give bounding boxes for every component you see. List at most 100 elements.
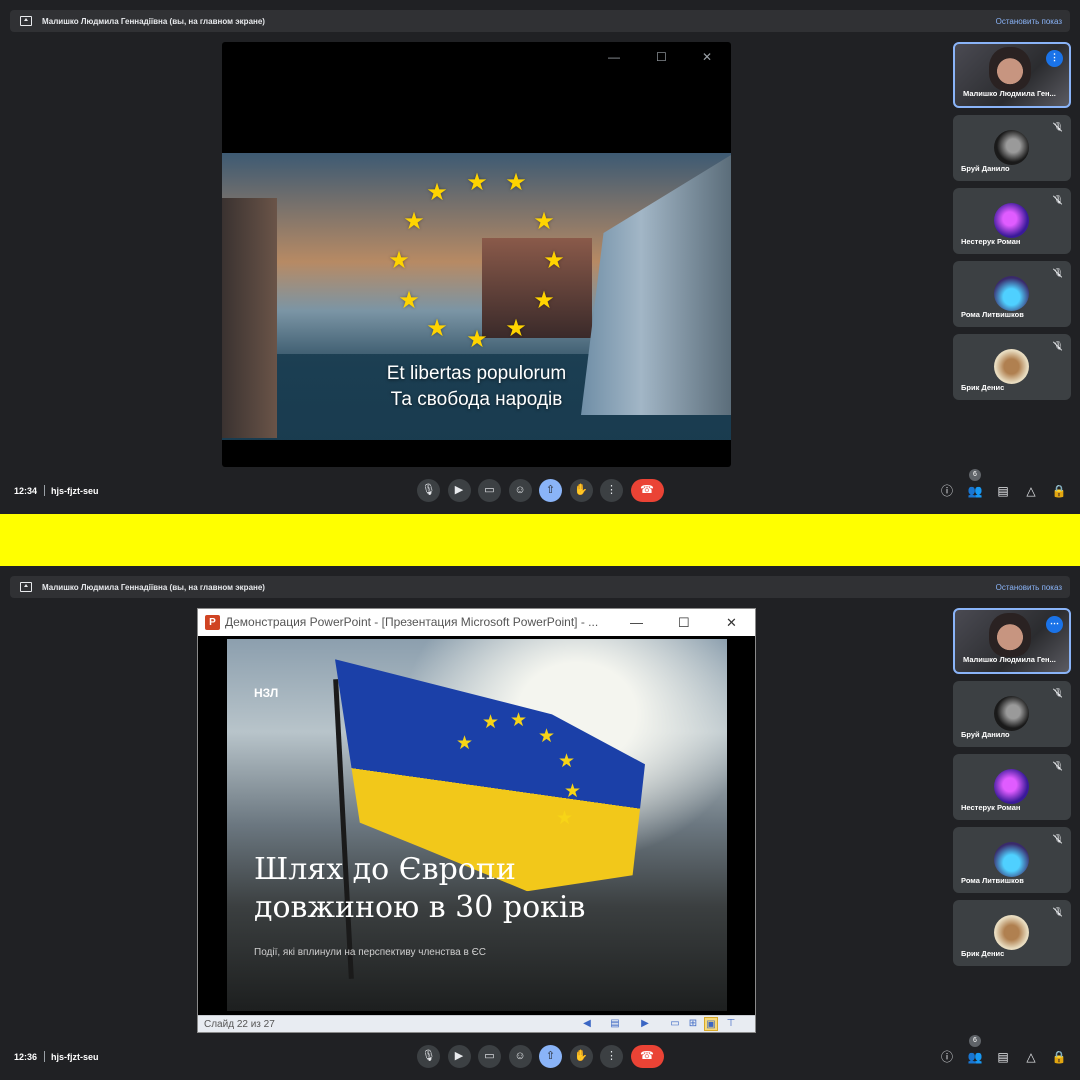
image-divider (0, 514, 1080, 566)
participant-tile-self[interactable]: ⋯ Малишко Людмила Ген... (953, 608, 1071, 674)
participant-tile[interactable]: 🎙 Брик Денис (953, 334, 1071, 400)
participant-tile[interactable]: 🎙 Нестерук Роман (953, 188, 1071, 254)
eu-star-icon: ★ (388, 247, 410, 274)
close-icon[interactable]: ✕ (702, 50, 712, 64)
mic-off-icon: 🎙 (1053, 688, 1064, 697)
slideshow-icon[interactable]: ⊤ (724, 1017, 738, 1031)
slide-subtitle: Події, які вплинули на перспективу членс… (254, 947, 487, 958)
present-screen-icon (20, 16, 32, 26)
end-call-icon[interactable]: ☎ (630, 1045, 664, 1068)
eu-star-icon: ★ (426, 179, 448, 206)
people-icon[interactable]: 👥 6 (966, 1035, 984, 1066)
maximize-icon[interactable]: ☐ (656, 50, 667, 64)
participant-tile[interactable]: 🎙 Нестерук Роман (953, 754, 1071, 820)
participant-name: Нестерук Роман (961, 803, 1021, 812)
slide-headline: Шлях до Європи довжиною в 30 років (254, 851, 654, 927)
slide-headline-line2: довжиною в 30 років (254, 890, 586, 925)
eu-star-icon: ★ (557, 751, 576, 772)
close-icon[interactable]: ✕ (726, 609, 737, 636)
eu-star-icon: ★ (533, 287, 555, 314)
participant-tile[interactable]: 🎙 Бруй Данило (953, 115, 1071, 181)
slide-position: Слайд 22 из 27 (204, 1019, 275, 1030)
eu-star-icon: ★ (533, 208, 555, 235)
shared-window: — ☐ ✕ ★ ★ ★ ★ ★ ★ ★ ★ ★ ★ ★ ★ Et liberta… (222, 42, 731, 467)
eu-star-icon: ★ (543, 247, 565, 274)
participant-name: Брик Денис (961, 383, 1005, 392)
stop-presenting-button[interactable]: Остановить показ (996, 17, 1062, 26)
slide-sorter-icon[interactable]: ⊞ (686, 1017, 700, 1031)
participant-name: Малишко Людмила Ген... (963, 655, 1056, 664)
emoji-icon[interactable]: ☺ (508, 1045, 532, 1068)
eu-star-icon: ★ (537, 726, 556, 747)
meeting-code: hjs-fjzt-seu (51, 486, 99, 496)
eu-star-icon: ★ (563, 781, 582, 802)
info-icon[interactable]: ⓘ (938, 1048, 956, 1066)
mic-off-icon: 🎙 (1053, 268, 1064, 277)
activities-icon[interactable]: △ (1022, 482, 1040, 500)
call-controls-bar: 12:36 hjs-fjzt-seu 🎙 ▶ ▭ ☺ ⇧ ✋ ⋮ ☎ ⓘ 👥 6 … (0, 1035, 1080, 1071)
mic-off-icon: 🎙 (1053, 122, 1064, 131)
camera-icon[interactable]: ▶ (447, 1045, 471, 1068)
meet-screen-1: Малишко Людмила Геннадіївна (вы, на глав… (0, 0, 1080, 514)
activities-icon[interactable]: △ (1022, 1048, 1040, 1066)
chat-icon[interactable]: ▤ (994, 482, 1012, 500)
eu-star-icon: ★ (426, 315, 448, 342)
participant-tile-self[interactable]: ⋮ Малишко Людмила Ген... (953, 42, 1071, 108)
stop-presenting-button[interactable]: Остановить показ (996, 583, 1062, 592)
next-slide-icon[interactable]: ▶ (638, 1017, 652, 1031)
participants-count-badge: 6 (969, 1035, 981, 1047)
presenting-banner: Малишко Людмила Геннадіївна (вы, на глав… (10, 576, 1070, 598)
window-titlebar: P Демонстрация PowerPoint - [Презентация… (198, 609, 755, 636)
mic-icon[interactable]: 🎙 (417, 479, 440, 502)
chat-icon[interactable]: ▤ (994, 1048, 1012, 1066)
call-controls-bar: 12:34 hjs-fjzt-seu 🎙 ▶ ▭ ☺ ⇧ ✋ ⋮ ☎ ⓘ 👥 6 … (0, 469, 1080, 505)
speaking-indicator-icon: ⋮ (1046, 50, 1063, 67)
eu-star-icon: ★ (505, 169, 527, 196)
eu-star-icon: ★ (403, 208, 425, 235)
participant-name: Рома Литвишков (961, 876, 1024, 885)
participant-tile[interactable]: 🎙 Бруй Данило (953, 681, 1071, 747)
previous-slide-icon[interactable]: ◀ (580, 1017, 594, 1031)
slide-logo: НЗЛ (254, 686, 279, 700)
raise-hand-icon[interactable]: ✋ (569, 1045, 593, 1068)
minimize-icon[interactable]: — (630, 609, 643, 636)
host-controls-icon[interactable]: 🔒 (1050, 1048, 1068, 1066)
more-options-icon[interactable]: ⋮ (600, 479, 623, 502)
captions-icon[interactable]: ▭ (478, 1045, 501, 1068)
minimize-icon[interactable]: — (608, 50, 620, 64)
end-call-icon[interactable]: ☎ (630, 479, 664, 502)
menu-icon[interactable]: ▤ (608, 1017, 622, 1031)
normal-view-icon[interactable]: ▭ (668, 1017, 682, 1031)
eu-star-icon: ★ (505, 315, 527, 342)
host-controls-icon[interactable]: 🔒 (1050, 482, 1068, 500)
participant-tiles: ⋮ Малишко Людмила Ген... 🎙 Бруй Данило 🎙… (953, 42, 1071, 407)
participant-tile[interactable]: 🎙 Рома Литвишков (953, 827, 1071, 893)
more-options-icon[interactable]: ⋯ (1046, 616, 1063, 633)
captions-icon[interactable]: ▭ (478, 479, 501, 502)
slide: ★ ★ ★ ★ ★ ★ ★ ★ ★ ★ ★ ★ Et libertas popu… (222, 153, 731, 440)
participant-tile[interactable]: 🎙 Брик Денис (953, 900, 1071, 966)
eu-star-icon: ★ (398, 287, 420, 314)
mic-off-icon: 🎙 (1053, 195, 1064, 204)
raise-hand-icon[interactable]: ✋ (569, 479, 593, 502)
present-icon[interactable]: ⇧ (539, 479, 562, 502)
presenting-text: Малишко Людмила Геннадіївна (вы, на глав… (42, 16, 265, 26)
info-icon[interactable]: ⓘ (938, 482, 956, 500)
powerpoint-window: P Демонстрация PowerPoint - [Презентация… (197, 608, 756, 1033)
window-title: Демонстрация PowerPoint - [Презентация M… (225, 615, 599, 629)
avatar (994, 696, 1029, 731)
present-icon[interactable]: ⇧ (539, 1045, 562, 1068)
emoji-icon[interactable]: ☺ (508, 479, 532, 502)
participant-name: Рома Литвишков (961, 310, 1024, 319)
mic-icon[interactable]: 🎙 (417, 1045, 440, 1068)
camera-icon[interactable]: ▶ (447, 479, 471, 502)
people-icon[interactable]: 👥 6 (966, 469, 984, 500)
mic-off-icon: 🎙 (1053, 341, 1064, 350)
avatar (994, 276, 1029, 311)
avatar (994, 130, 1029, 165)
reading-view-icon[interactable]: ▣ (704, 1017, 718, 1031)
participants-count-badge: 6 (969, 469, 981, 481)
more-options-icon[interactable]: ⋮ (600, 1045, 623, 1068)
maximize-icon[interactable]: ☐ (678, 609, 690, 636)
participant-tile[interactable]: 🎙 Рома Литвишков (953, 261, 1071, 327)
